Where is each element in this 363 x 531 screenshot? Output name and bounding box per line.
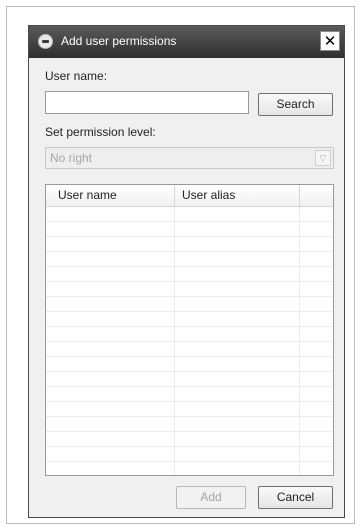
table-row[interactable]	[46, 432, 333, 447]
table-row[interactable]	[46, 402, 333, 417]
table-row[interactable]	[46, 267, 333, 282]
add-user-permissions-dialog: Add user permissions ✕ User name: Search…	[28, 25, 345, 518]
table-row[interactable]	[46, 222, 333, 237]
users-table[interactable]: User name User alias	[45, 184, 334, 476]
table-row[interactable]	[46, 372, 333, 387]
table-row[interactable]	[46, 237, 333, 252]
dialog-titlebar[interactable]: Add user permissions ✕	[29, 26, 344, 58]
table-row[interactable]	[46, 282, 333, 297]
user-name-label: User name:	[45, 69, 108, 83]
permission-level-value: No right	[50, 151, 93, 165]
table-header: User name User alias	[46, 185, 333, 207]
table-row[interactable]	[46, 462, 333, 475]
close-icon: ✕	[323, 32, 337, 50]
table-row[interactable]	[46, 312, 333, 327]
table-row[interactable]	[46, 327, 333, 342]
table-row[interactable]	[46, 417, 333, 432]
cancel-button[interactable]: Cancel	[258, 486, 333, 509]
permission-level-label: Set permission level:	[45, 125, 156, 139]
column-divider	[299, 207, 300, 475]
table-row[interactable]	[46, 447, 333, 462]
table-row[interactable]	[46, 357, 333, 372]
user-name-input[interactable]	[45, 91, 249, 114]
table-row[interactable]	[46, 297, 333, 312]
table-row[interactable]	[46, 207, 333, 222]
permission-level-select[interactable]: No right ▽	[45, 147, 334, 169]
table-rows	[46, 207, 333, 475]
search-button[interactable]: Search	[258, 93, 333, 116]
column-header-user-alias[interactable]: User alias	[175, 185, 300, 207]
table-row[interactable]	[46, 342, 333, 357]
table-row[interactable]	[46, 252, 333, 267]
dialog-title: Add user permissions	[61, 34, 177, 48]
add-button[interactable]: Add	[176, 486, 246, 509]
chevron-down-icon[interactable]: ▽	[315, 150, 331, 166]
close-button[interactable]: ✕	[320, 31, 340, 51]
column-header-user-name[interactable]: User name	[46, 185, 175, 207]
column-divider	[174, 207, 175, 475]
app-logo-icon	[38, 34, 53, 49]
table-row[interactable]	[46, 387, 333, 402]
